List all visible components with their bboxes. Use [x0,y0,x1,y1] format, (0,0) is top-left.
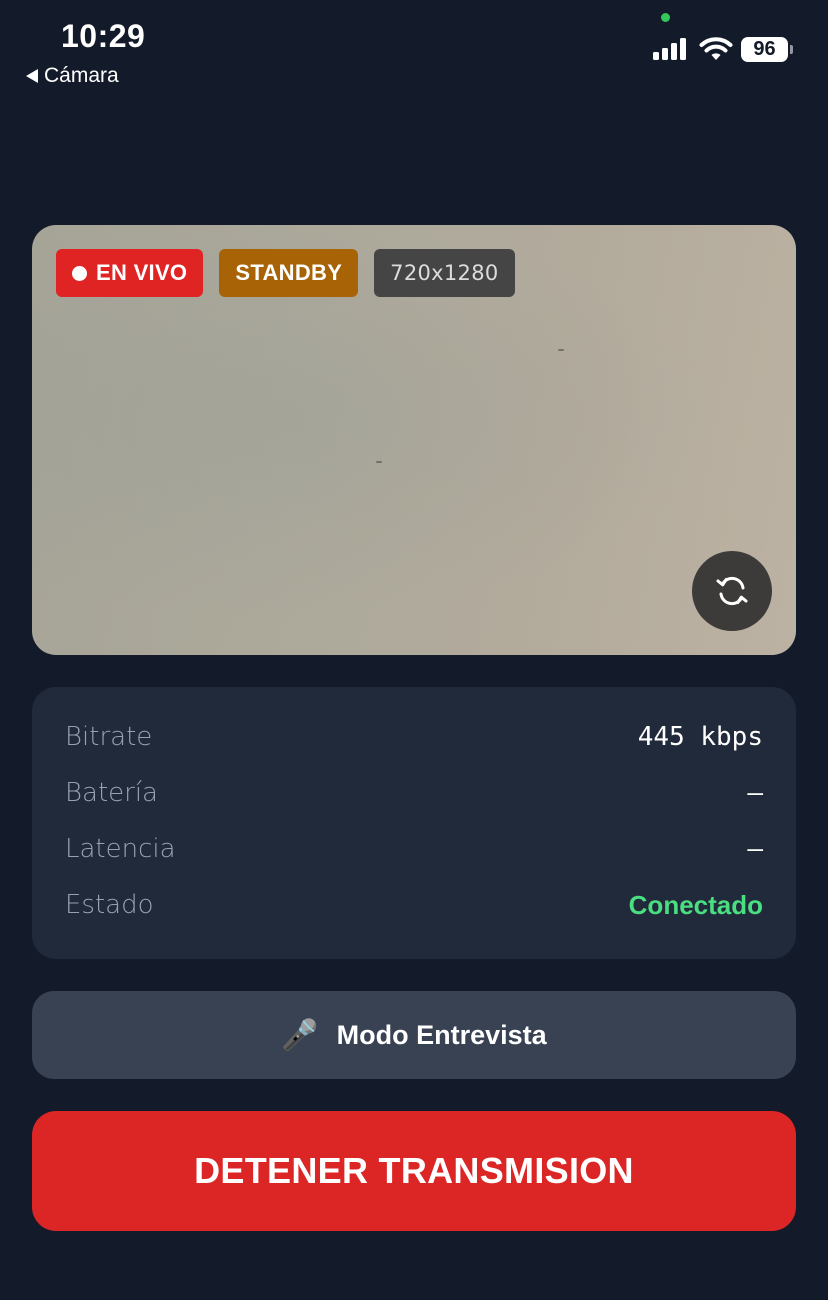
back-triangle-icon [26,69,38,83]
camera-preview: EN VIVO STANDBY 720x1280 [32,225,796,655]
interview-mode-button[interactable]: 🎤 Modo Entrevista [32,991,796,1079]
privacy-indicator-dot [661,13,670,22]
camera-switch-icon [716,576,748,606]
stat-label: Latencia [65,834,176,864]
stat-row-battery: Batería – [65,765,763,821]
stat-label: Bitrate [65,722,153,752]
back-label: Cámara [44,64,119,87]
status-time: 10:29 [61,18,146,54]
battery-level: 96 [741,37,788,62]
stat-row-bitrate: Bitrate 445 kbps [65,709,763,765]
stop-stream-button[interactable]: DETENER TRANSMISION [32,1111,796,1231]
battery-indicator: 96 [741,37,793,62]
wifi-icon [699,37,733,60]
resolution-badge: 720x1280 [374,249,515,297]
microphone-icon: 🎤 [281,1018,319,1052]
stats-panel: Bitrate 445 kbps Batería – Latencia – Es… [32,687,796,959]
back-to-camera-link[interactable]: Cámara [26,64,119,88]
battery-value: – [747,778,763,808]
preview-badges: EN VIVO STANDBY 720x1280 [56,249,515,297]
resolution-badge-label: 720x1280 [390,261,499,285]
live-badge-label: EN VIVO [96,260,188,285]
stat-label: Estado [65,890,154,920]
cellular-signal-icon [653,38,686,60]
stat-row-status: Estado Conectado [65,877,763,933]
live-badge: EN VIVO [56,249,204,297]
bitrate-value: 445 kbps [637,722,763,752]
preview-speck [558,349,564,351]
standby-badge: STANDBY [219,249,359,297]
latency-value: – [747,834,763,864]
battery-nub [790,45,793,54]
live-dot-icon [72,265,87,281]
standby-badge-label: STANDBY [235,260,343,285]
switch-camera-button[interactable] [692,551,772,631]
connection-status-value: Conectado [628,889,763,920]
status-bar: 10:29 Cámara 96 [0,0,828,100]
interview-mode-label: Modo Entrevista [336,1019,547,1050]
stop-stream-label: DETENER TRANSMISION [194,1150,634,1191]
stat-label: Batería [65,778,158,808]
stat-row-latency: Latencia – [65,821,763,877]
preview-speck [376,461,382,463]
